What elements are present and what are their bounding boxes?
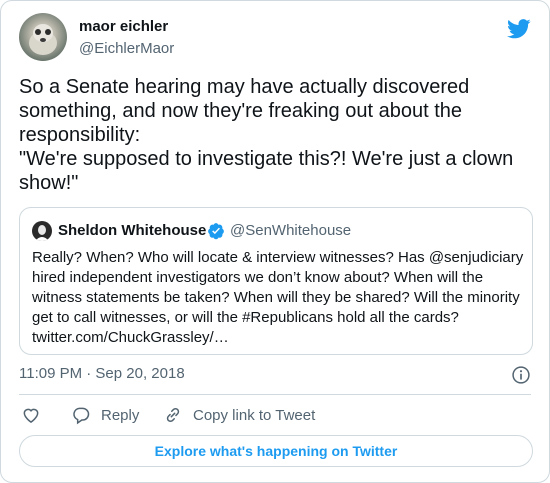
tweet-text: So a Senate hearing may have actually di…: [19, 76, 514, 194]
tweet-header: maor eichler @EichlerMaor: [19, 13, 531, 63]
reply-button[interactable]: Reply: [71, 403, 139, 427]
info-icon[interactable]: [511, 365, 531, 385]
verified-badge-icon: [208, 223, 224, 240]
copy-link-button[interactable]: Copy link to Tweet: [163, 403, 315, 427]
link-icon: [166, 407, 180, 423]
author-name[interactable]: maor eichler: [79, 18, 168, 35]
reply-icon: [73, 407, 90, 425]
author-handle[interactable]: @EichlerMaor: [79, 40, 174, 57]
tweet-timestamp[interactable]: 11:09 PM · Sep 20, 2018: [19, 365, 185, 382]
quoted-tweet-text: Really? When? Who will locate & intervie…: [32, 249, 528, 346]
tweet-card: maor eichler @EichlerMaor So a Senate he…: [0, 0, 550, 483]
divider: [19, 394, 531, 395]
explore-button[interactable]: Explore what's happening on Twitter: [19, 435, 533, 467]
quoted-tweet[interactable]: Sheldon Whitehouse @SenWhitehouse Really…: [19, 207, 533, 355]
reply-label: Reply: [101, 406, 140, 424]
quoted-author-handle: @SenWhitehouse: [230, 222, 352, 239]
heart-icon: [23, 408, 39, 423]
quoted-author-avatar: [32, 221, 52, 241]
like-button[interactable]: [21, 403, 41, 427]
copy-link-label: Copy link to Tweet: [193, 406, 316, 424]
twitter-bird-icon[interactable]: [507, 19, 531, 39]
tweet-actions: Reply Copy link to Tweet: [19, 403, 531, 427]
author-avatar[interactable]: [19, 13, 67, 61]
quoted-author-name: Sheldon Whitehouse: [58, 222, 207, 239]
